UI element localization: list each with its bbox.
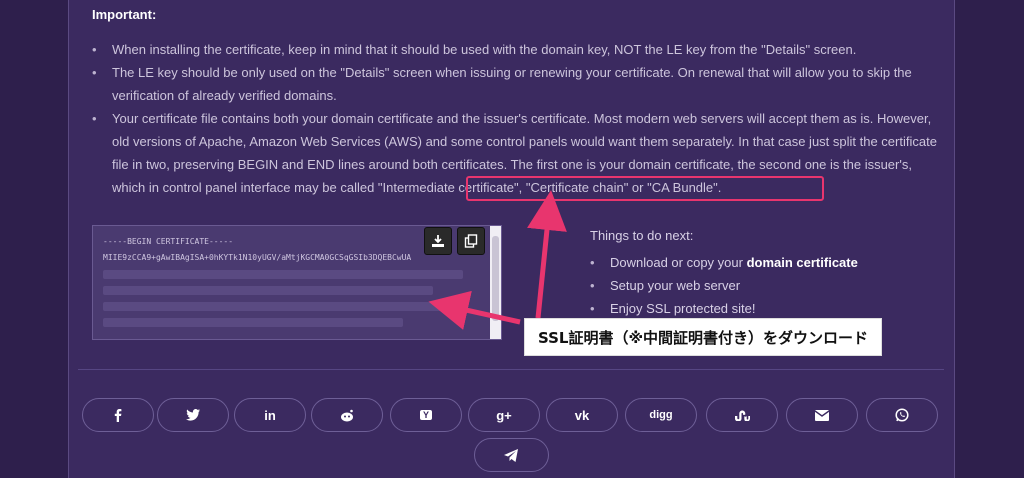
share-twitter-button[interactable] [157, 398, 229, 432]
share-telegram-button[interactable] [474, 438, 549, 472]
reddit-icon [341, 409, 353, 421]
ycombinator-icon: Y [419, 410, 432, 420]
digg-icon: digg [649, 409, 673, 421]
arrow-to-certificate [428, 290, 521, 330]
vk-icon: vk [574, 407, 590, 423]
share-reddit-button[interactable] [311, 398, 383, 432]
linkedin-icon: in [264, 407, 276, 423]
twitter-icon [186, 409, 200, 421]
google-plus-icon: g+ [496, 407, 512, 423]
whatsapp-icon [895, 408, 909, 422]
share-facebook-button[interactable] [82, 398, 154, 432]
share-stumbleupon-button[interactable] [706, 398, 778, 432]
share-vk-button[interactable]: vk [546, 398, 618, 432]
facebook-icon [114, 409, 122, 422]
share-email-button[interactable] [786, 398, 858, 432]
share-digg-button[interactable]: digg [625, 398, 697, 432]
share-google-plus-button[interactable]: g+ [468, 398, 540, 432]
telegram-icon [504, 448, 518, 462]
arrow-to-highlight [527, 190, 567, 319]
stumbleupon-icon [735, 410, 750, 421]
share-ycombinator-button[interactable]: Y [390, 398, 462, 432]
share-whatsapp-button[interactable] [866, 398, 938, 432]
share-linkedin-button[interactable]: in [234, 398, 306, 432]
divider [78, 369, 944, 370]
annotation-callout: SSL証明書（※中間証明書付き）をダウンロード [524, 318, 882, 356]
email-icon [815, 409, 829, 421]
